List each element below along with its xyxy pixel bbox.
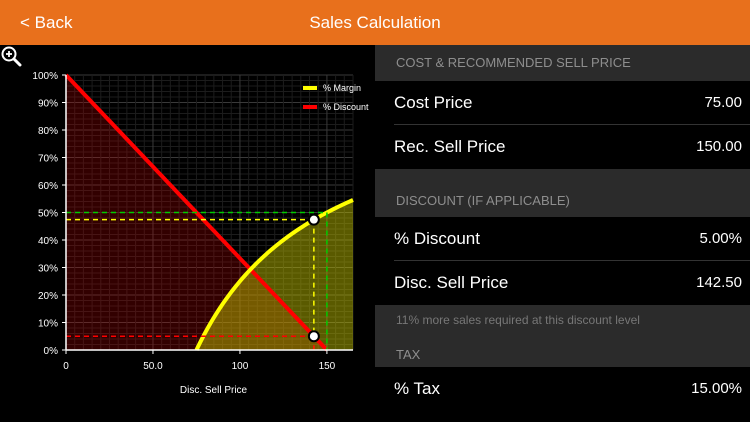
x-tick-label: 50.0 [143, 361, 163, 372]
legend-swatch [303, 105, 317, 109]
chart-marker-point [307, 213, 320, 226]
discount-row[interactable]: % Discount 5.00% [375, 217, 750, 261]
zoom-in-icon[interactable] [0, 45, 22, 67]
y-tick-label: 50% [38, 209, 58, 220]
y-tick-label: 30% [38, 264, 58, 275]
disc-sell-price-label: Disc. Sell Price [394, 273, 509, 292]
nav-bar: < Back Sales Calculation [0, 0, 750, 45]
section-header-discount: DISCOUNT (IF APPLICABLE) [375, 169, 750, 217]
tax-value[interactable]: 15.00% [691, 367, 742, 411]
sales-chart: 0% 10% 20% 30% 40% 50% 60% 70% 80% 90% 100% 0 50.0 10… [0, 45, 375, 422]
legend-label: % Discount [323, 102, 369, 112]
calculation-panel: COST & RECOMMENDED SELL PRICE Cost Price… [375, 45, 750, 422]
x-tick-label: 100 [232, 361, 249, 372]
legend-swatch [303, 86, 317, 90]
page-title: Sales Calculation [309, 13, 441, 32]
section-header-tax: TAX [375, 335, 750, 367]
y-tick-label: 90% [38, 99, 58, 110]
cost-price-value[interactable]: 75.00 [704, 81, 742, 125]
discount-value[interactable]: 5.00% [699, 217, 742, 261]
x-tick-label: 0 [63, 361, 69, 372]
rec-sell-price-row[interactable]: Rec. Sell Price 150.00 [375, 125, 750, 169]
y-tick-label: 80% [38, 126, 58, 137]
legend-label: % Margin [323, 83, 361, 93]
discount-note: 11% more sales required at this discount… [375, 305, 750, 335]
tax-label: % Tax [394, 379, 440, 398]
rec-sell-price-value[interactable]: 150.00 [696, 125, 742, 169]
y-tick-label: 70% [38, 154, 58, 165]
y-tick-label: 10% [38, 319, 58, 330]
y-tick-label: 40% [38, 236, 58, 247]
section-header-cost: COST & RECOMMENDED SELL PRICE [375, 45, 750, 81]
y-tick-label: 20% [38, 291, 58, 302]
chart-marker-point [307, 330, 320, 343]
y-tick-label: 60% [38, 181, 58, 192]
back-button[interactable]: < Back [20, 0, 72, 45]
x-axis-label: Disc. Sell Price [180, 385, 248, 396]
disc-sell-price-value[interactable]: 142.50 [696, 261, 742, 305]
tax-row[interactable]: % Tax 15.00% [375, 367, 750, 411]
chart-svg: 0% 10% 20% 30% 40% 50% 60% 70% 80% 90% 100% 0 50.0 10… [32, 71, 369, 396]
discount-label: % Discount [394, 229, 480, 248]
y-tick-label: 0% [44, 346, 59, 357]
cost-price-label: Cost Price [394, 93, 473, 112]
disc-sell-price-row[interactable]: Disc. Sell Price 142.50 [375, 261, 750, 305]
cost-price-row[interactable]: Cost Price 75.00 [375, 81, 750, 125]
rec-sell-price-label: Rec. Sell Price [394, 137, 506, 156]
y-tick-label: 100% [32, 71, 58, 82]
x-tick-label: 150 [319, 361, 336, 372]
